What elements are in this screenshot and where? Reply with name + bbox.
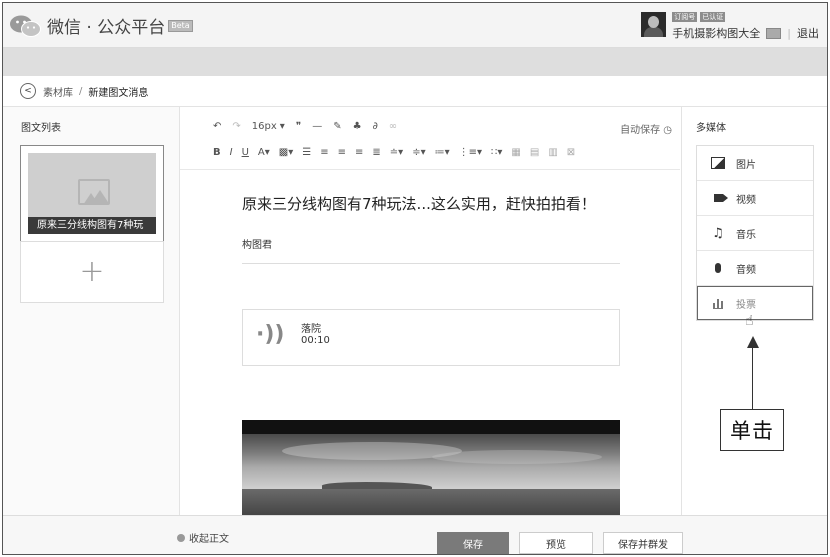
align-center-icon[interactable]: ≡ — [338, 147, 346, 158]
wechat-editor-window: 微信 · 公众平台 Beta 订阅号 已认证 手机摄影构图大全 | 退出 < 素… — [2, 2, 828, 555]
media-item-label: 音乐 — [736, 229, 756, 241]
breadcrumb-material-library[interactable]: 素材库 — [43, 84, 73, 99]
image-icon — [711, 157, 725, 169]
link-icon[interactable]: ∂ — [373, 121, 378, 132]
table-col-icon[interactable]: ▥ — [548, 147, 557, 158]
beta-badge: Beta — [168, 19, 193, 32]
save-and-publish-button[interactable]: 保存并群发 — [603, 532, 683, 554]
audio-name: 落院 — [301, 324, 321, 335]
account-name[interactable]: 手机摄影构图大全 — [672, 25, 760, 41]
bottom-bar: 收起正文 保存 预览 保存并群发 — [3, 515, 827, 554]
video-icon — [711, 192, 725, 204]
collapse-icon — [177, 533, 185, 542]
add-article-button[interactable]: + — [20, 241, 164, 303]
table-icon[interactable]: ▦ — [511, 147, 520, 158]
line-height-icon[interactable]: ≔▾ — [435, 147, 450, 158]
align-right-icon[interactable]: ≡ — [355, 147, 363, 158]
format-painter-icon[interactable]: ✎ — [333, 121, 341, 132]
horizontal-rule-icon[interactable]: — — [312, 121, 322, 132]
mail-icon[interactable] — [766, 27, 782, 39]
underline-icon[interactable]: U — [242, 147, 249, 158]
annotation-arrow-head — [747, 336, 759, 348]
user-area: 订阅号 已认证 手机摄影构图大全 | 退出 — [641, 12, 819, 41]
bold-icon[interactable]: B — [213, 147, 221, 158]
undo-icon[interactable]: ↶ — [213, 121, 221, 132]
article-author[interactable]: 构图君 — [242, 236, 272, 251]
article-image[interactable] — [242, 420, 620, 520]
collapse-body-toggle[interactable]: 收起正文 — [177, 530, 229, 545]
font-size-select[interactable]: 16px ▾ — [252, 121, 285, 132]
platform-title: 微信 · 公众平台 — [47, 18, 166, 38]
multimedia-title: 多媒体 — [696, 123, 726, 134]
media-item-vote[interactable]: 投票 ☝ — [697, 286, 813, 329]
redo-icon[interactable]: ↷ — [232, 121, 240, 132]
audio-card[interactable]: ·)) 落院 00:10 — [242, 309, 620, 366]
indent-icon[interactable]: ☰ — [302, 147, 311, 158]
spacing-before-icon[interactable]: ≐▾ — [390, 147, 403, 158]
align-justify-icon[interactable]: ≣ — [372, 147, 380, 158]
breadcrumb: < 素材库 / 新建图文消息 — [3, 76, 827, 107]
wechat-logo-icon — [9, 14, 43, 38]
plus-icon: + — [79, 254, 105, 289]
italic-icon[interactable]: I — [230, 147, 233, 158]
font-size-value: 16px — [251, 121, 277, 132]
music-icon: ♫ — [712, 225, 724, 241]
article-card[interactable]: 原来三分线构图有7种玩 — [20, 145, 164, 242]
background-color-icon[interactable]: ▩▾ — [279, 147, 293, 158]
media-item-image[interactable]: 图片 — [697, 146, 813, 181]
article-list-panel: 图文列表 原来三分线构图有7种玩 + — [3, 107, 180, 515]
title-divider — [242, 263, 620, 264]
media-item-label: 视频 — [736, 194, 756, 206]
table-delete-icon[interactable]: ⊠ — [567, 147, 575, 158]
logo[interactable]: 微信 · 公众平台 Beta — [9, 13, 193, 38]
back-arrow-icon[interactable]: < — [20, 83, 36, 99]
spacing-after-icon[interactable]: ≑▾ — [412, 147, 425, 158]
media-item-video[interactable]: 视频 — [697, 181, 813, 216]
sound-wave-icon: ·)) — [256, 322, 285, 347]
audio-duration: 00:10 — [301, 335, 330, 346]
article-title[interactable]: 原来三分线构图有7种玩法...这么实用，赶快拍拍看！ — [242, 193, 596, 214]
avatar[interactable] — [641, 12, 667, 37]
media-item-music[interactable]: ♫ 音乐 — [697, 216, 813, 251]
auto-save-status: 自动保存 ◷ — [620, 125, 672, 136]
table-row-icon[interactable]: ▤ — [530, 147, 539, 158]
ordered-list-icon[interactable]: ⋮≡▾ — [459, 147, 482, 158]
unordered-list-icon[interactable]: ∷▾ — [491, 147, 502, 158]
breadcrumb-current: 新建图文消息 — [88, 87, 149, 99]
font-color-icon[interactable]: A▾ — [258, 147, 270, 158]
editor-area: ↶ ↷ 16px ▾ ❞ — ✎ ♣ ∂ ∞ 自动保存 ◷ B I U A▾ ▩▾… — [180, 107, 680, 520]
vote-icon — [711, 297, 725, 309]
article-list-title: 图文列表 — [21, 123, 61, 134]
unlink-icon[interactable]: ∞ — [389, 121, 397, 132]
quote-icon[interactable]: ❞ — [296, 121, 301, 132]
auto-save-label: 自动保存 — [620, 125, 661, 136]
hand-cursor-icon: ☝ — [745, 313, 754, 329]
microphone-icon — [711, 262, 725, 274]
article-card-caption: 原来三分线构图有7种玩 — [28, 217, 156, 234]
top-bar: 微信 · 公众平台 Beta 订阅号 已认证 手机摄影构图大全 | 退出 — [3, 3, 827, 48]
click-callout: 单击 — [720, 409, 784, 451]
media-item-label: 投票 — [736, 299, 756, 311]
media-item-audio[interactable]: 音频 — [697, 251, 813, 286]
editor-toolbar: ↶ ↷ 16px ▾ ❞ — ✎ ♣ ∂ ∞ 自动保存 ◷ B I U A▾ ▩▾… — [180, 107, 680, 170]
logout-link[interactable]: 退出 — [797, 25, 819, 41]
clear-format-icon[interactable]: ♣ — [353, 121, 362, 132]
image-placeholder-icon — [78, 179, 110, 205]
multimedia-panel: 多媒体 图片 视频 ♫ 音乐 音频 投票 ☝ — [681, 107, 827, 515]
verified-tag: 已认证 — [700, 12, 726, 22]
annotation-arrow-line — [752, 345, 753, 409]
multimedia-list: 图片 视频 ♫ 音乐 音频 投票 ☝ — [696, 145, 814, 329]
save-button[interactable]: 保存 — [437, 532, 509, 554]
collapse-label: 收起正文 — [189, 534, 229, 545]
preview-button[interactable]: 预览 — [519, 532, 593, 554]
gray-banner — [3, 48, 827, 76]
media-item-label: 音频 — [736, 264, 756, 276]
media-item-label: 图片 — [736, 159, 756, 171]
align-left-icon[interactable]: ≡ — [320, 147, 328, 158]
breadcrumb-separator: / — [79, 85, 83, 97]
subscription-tag: 订阅号 — [672, 12, 698, 22]
